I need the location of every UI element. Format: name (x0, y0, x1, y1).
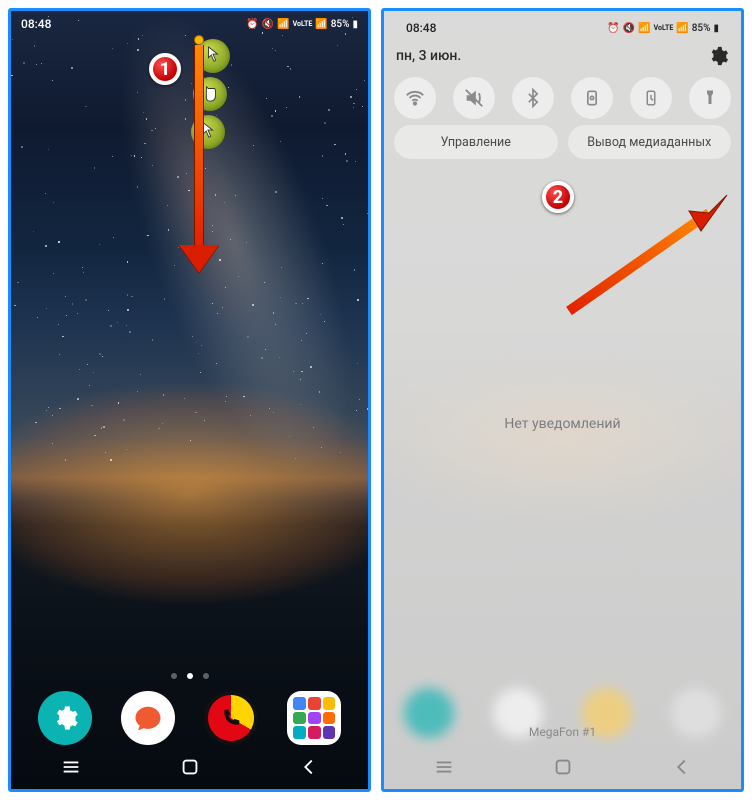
nav-back[interactable] (671, 756, 693, 782)
qs-wifi[interactable] (394, 77, 436, 119)
volte-label: VoLTE (293, 21, 313, 28)
quick-settings-row (384, 73, 741, 125)
sim-label: MegaFon #1 (384, 725, 741, 739)
panel-control[interactable]: Управление (394, 125, 558, 159)
nav-home[interactable] (179, 756, 201, 782)
app-drawer[interactable] (287, 691, 341, 745)
settings-gear-icon[interactable] (707, 45, 729, 67)
alarm-icon: ⏰ (607, 23, 619, 34)
status-bar: 08:48 ⏰ 🔇 📶 VoLTE 📶 85% ▮ (11, 11, 368, 37)
app-phone[interactable] (204, 691, 258, 745)
nav-recent[interactable] (60, 756, 82, 782)
no-notifications-label: Нет уведомлений (384, 416, 741, 432)
volte-label: VoLTE (654, 25, 674, 32)
annotation-swipe-down-arrow (179, 35, 219, 273)
signal-icon: 📶 (277, 19, 289, 30)
dock (11, 691, 368, 745)
page-indicator[interactable] (11, 673, 368, 679)
qs-bluetooth[interactable] (512, 77, 554, 119)
panel-media[interactable]: Вывод медиаданных (568, 125, 732, 159)
mute-icon: 🔇 (262, 19, 274, 30)
annotation-arrow-2 (559, 191, 739, 321)
qs-rotation[interactable] (571, 77, 613, 119)
battery-icon: ▮ (352, 19, 358, 30)
battery-label: 85% (331, 19, 350, 30)
navigation-bar (384, 749, 741, 789)
qs-power-saving[interactable] (630, 77, 672, 119)
signal2-icon: 📶 (315, 19, 327, 30)
navigation-bar (11, 749, 368, 789)
alarm-icon: ⏰ (246, 19, 258, 30)
app-settings[interactable] (38, 691, 92, 745)
phone-right-notification-shade: 08:48 ⏰ 🔇 📶 VoLTE 📶 85% ▮ пн, 3 июн. (381, 8, 744, 792)
date-label: пн, 3 июн. (396, 48, 461, 64)
nav-back[interactable] (298, 756, 320, 782)
signal2-icon: 📶 (676, 23, 688, 34)
signal-icon: 📶 (638, 23, 650, 34)
battery-icon: ▮ (713, 23, 719, 34)
phone-left-homescreen: 08:48 ⏰ 🔇 📶 VoLTE 📶 85% ▮ 1 (8, 8, 371, 792)
mute-icon: 🔇 (623, 23, 635, 34)
nav-home[interactable] (552, 756, 574, 782)
qs-sound[interactable] (453, 77, 495, 119)
panel-row: Управление Вывод медиаданных (384, 125, 741, 163)
qs-flashlight[interactable] (689, 77, 731, 119)
annotation-badge-2: 2 (542, 181, 574, 213)
status-icons: ⏰ 🔇 📶 VoLTE 📶 85% ▮ (607, 23, 719, 34)
status-icons: ⏰ 🔇 📶 VoLTE 📶 85% ▮ (246, 19, 358, 30)
nav-recent[interactable] (433, 756, 455, 782)
app-messages[interactable] (121, 691, 175, 745)
status-bar: 08:48 ⏰ 🔇 📶 VoLTE 📶 85% ▮ (396, 15, 729, 41)
battery-label: 85% (692, 23, 711, 34)
status-time: 08:48 (406, 21, 436, 35)
status-time: 08:48 (21, 17, 51, 31)
annotation-badge-1: 1 (149, 53, 181, 85)
